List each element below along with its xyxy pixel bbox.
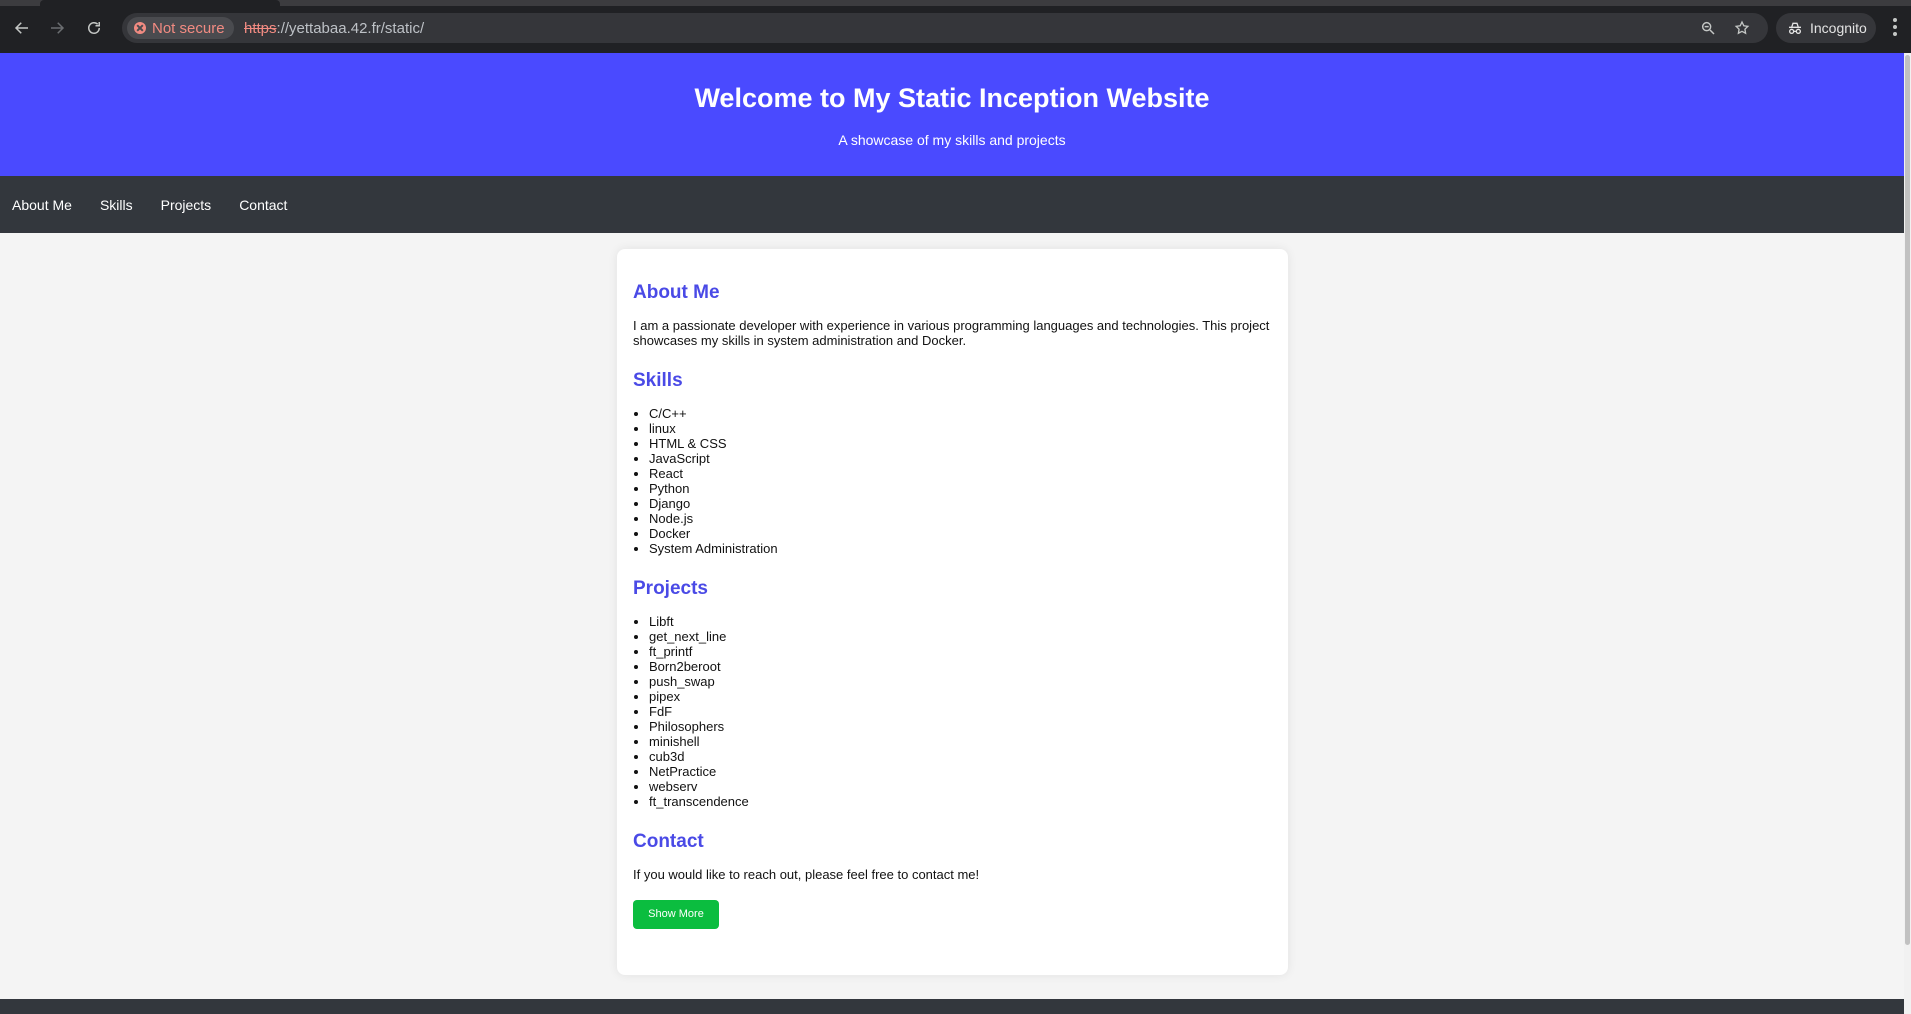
skill-item: JavaScript [649, 451, 1272, 466]
kebab-menu-icon[interactable] [1893, 18, 1897, 36]
nav-link-contact[interactable]: Contact [239, 197, 287, 213]
back-arrow-icon[interactable] [10, 16, 34, 40]
project-item: minishell [649, 734, 1272, 749]
about-heading: About Me [633, 282, 720, 303]
site-nav: About Me Skills Projects Contact [0, 176, 1904, 233]
url-scheme: https [244, 20, 277, 37]
reload-icon[interactable] [82, 16, 106, 40]
zoom-icon[interactable] [1700, 20, 1716, 36]
project-item: cub3d [649, 749, 1272, 764]
contact-text: If you would like to reach out, please f… [633, 867, 980, 882]
projects-list: Libft get_next_line ft_printf Born2beroo… [633, 614, 1272, 809]
url-text[interactable]: https://yettabaa.42.fr/static/ [244, 20, 424, 37]
project-item: Philosophers [649, 719, 1272, 734]
tab-strip [0, 0, 1911, 6]
project-item: NetPractice [649, 764, 1272, 779]
project-item: get_next_line [649, 629, 1272, 644]
security-label: Not secure [152, 19, 225, 37]
content-card: About Me I am a passionate developer wit… [617, 249, 1288, 975]
skill-item: React [649, 466, 1272, 481]
skill-item: HTML & CSS [649, 436, 1272, 451]
page-scrollbar[interactable] [1904, 53, 1911, 1014]
nav-link-skills[interactable]: Skills [100, 197, 133, 213]
project-item: ft_printf [649, 644, 1272, 659]
page-subtitle: A showcase of my skills and projects [838, 132, 1066, 148]
nav-link-projects[interactable]: Projects [161, 197, 212, 213]
page-title: Welcome to My Static Inception Website [694, 83, 1210, 113]
skill-item: Node.js [649, 511, 1272, 526]
site-header: Welcome to My Static Inception Website A… [0, 53, 1904, 176]
project-item: FdF [649, 704, 1272, 719]
star-icon[interactable] [1734, 20, 1750, 36]
scrollbar-thumb[interactable] [1905, 55, 1910, 945]
skill-item: Django [649, 496, 1272, 511]
contact-heading: Contact [633, 831, 704, 852]
not-secure-icon [134, 22, 146, 34]
url-path: ://yettabaa.42.fr/static/ [276, 20, 425, 37]
incognito-label: Incognito [1810, 20, 1867, 36]
browser-toolbar: Not secure https://yettabaa.42.fr/static… [0, 0, 1911, 53]
incognito-indicator[interactable]: Incognito [1776, 13, 1876, 43]
skill-item: C/C++ [649, 406, 1272, 421]
projects-heading: Projects [633, 578, 708, 599]
skills-list: C/C++ linux HTML & CSS JavaScript React … [633, 406, 1272, 556]
forward-arrow-icon[interactable] [45, 16, 69, 40]
security-chip[interactable]: Not secure [127, 17, 234, 39]
address-bar[interactable]: Not secure https://yettabaa.42.fr/static… [122, 13, 1768, 43]
project-item: push_swap [649, 674, 1272, 689]
active-tab[interactable] [40, 0, 280, 6]
incognito-icon [1789, 22, 1801, 34]
project-item: ft_transcendence [649, 794, 1272, 809]
skills-heading: Skills [633, 370, 683, 391]
site-footer [0, 999, 1904, 1014]
show-more-button[interactable]: Show More [633, 899, 719, 929]
skill-item: linux [649, 421, 1272, 436]
nav-link-about[interactable]: About Me [12, 197, 72, 213]
about-text: I am a passionate developer with experie… [633, 318, 1270, 348]
skill-item: System Administration [649, 541, 1272, 556]
project-item: Libft [649, 614, 1272, 629]
project-item: webserv [649, 779, 1272, 794]
project-item: pipex [649, 689, 1272, 704]
project-item: Born2beroot [649, 659, 1272, 674]
skill-item: Docker [649, 526, 1272, 541]
skill-item: Python [649, 481, 1272, 496]
